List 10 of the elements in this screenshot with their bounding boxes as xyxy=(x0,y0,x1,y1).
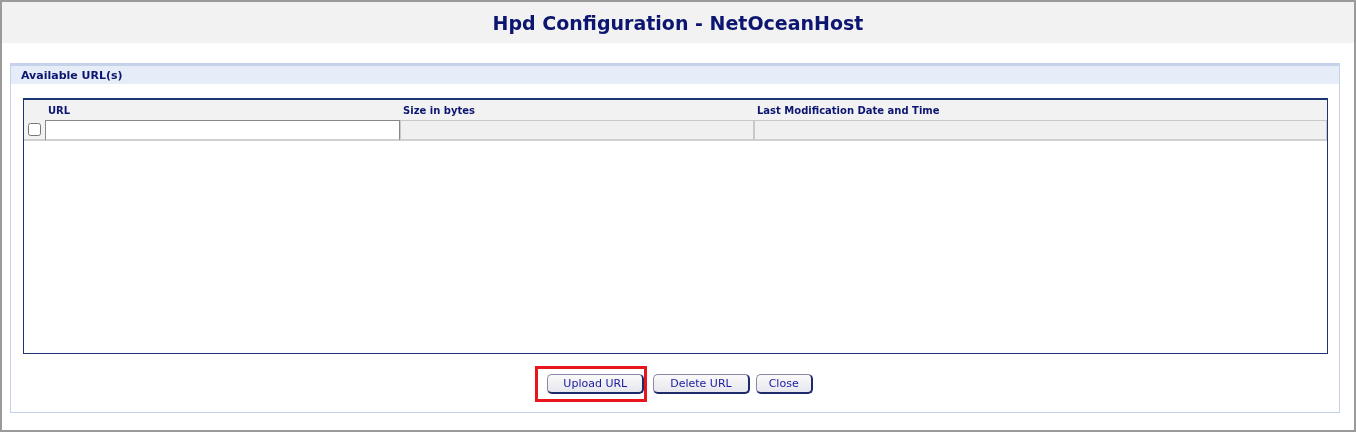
action-button[interactable]: Upload URL xyxy=(547,374,645,394)
action-button[interactable]: Delete URL xyxy=(653,374,750,394)
column-header: Size in bytes xyxy=(400,100,754,120)
window-title: Hpd Configuration - NetOceanHost xyxy=(492,11,864,34)
action-button[interactable]: Close xyxy=(755,374,813,394)
column-header: Last Modification Date and Time xyxy=(754,100,1327,120)
url-input-field[interactable] xyxy=(45,120,400,141)
column-header: URL xyxy=(45,100,400,120)
row-checkbox[interactable] xyxy=(28,123,41,136)
panel-title: Available URL(s) xyxy=(21,68,123,82)
